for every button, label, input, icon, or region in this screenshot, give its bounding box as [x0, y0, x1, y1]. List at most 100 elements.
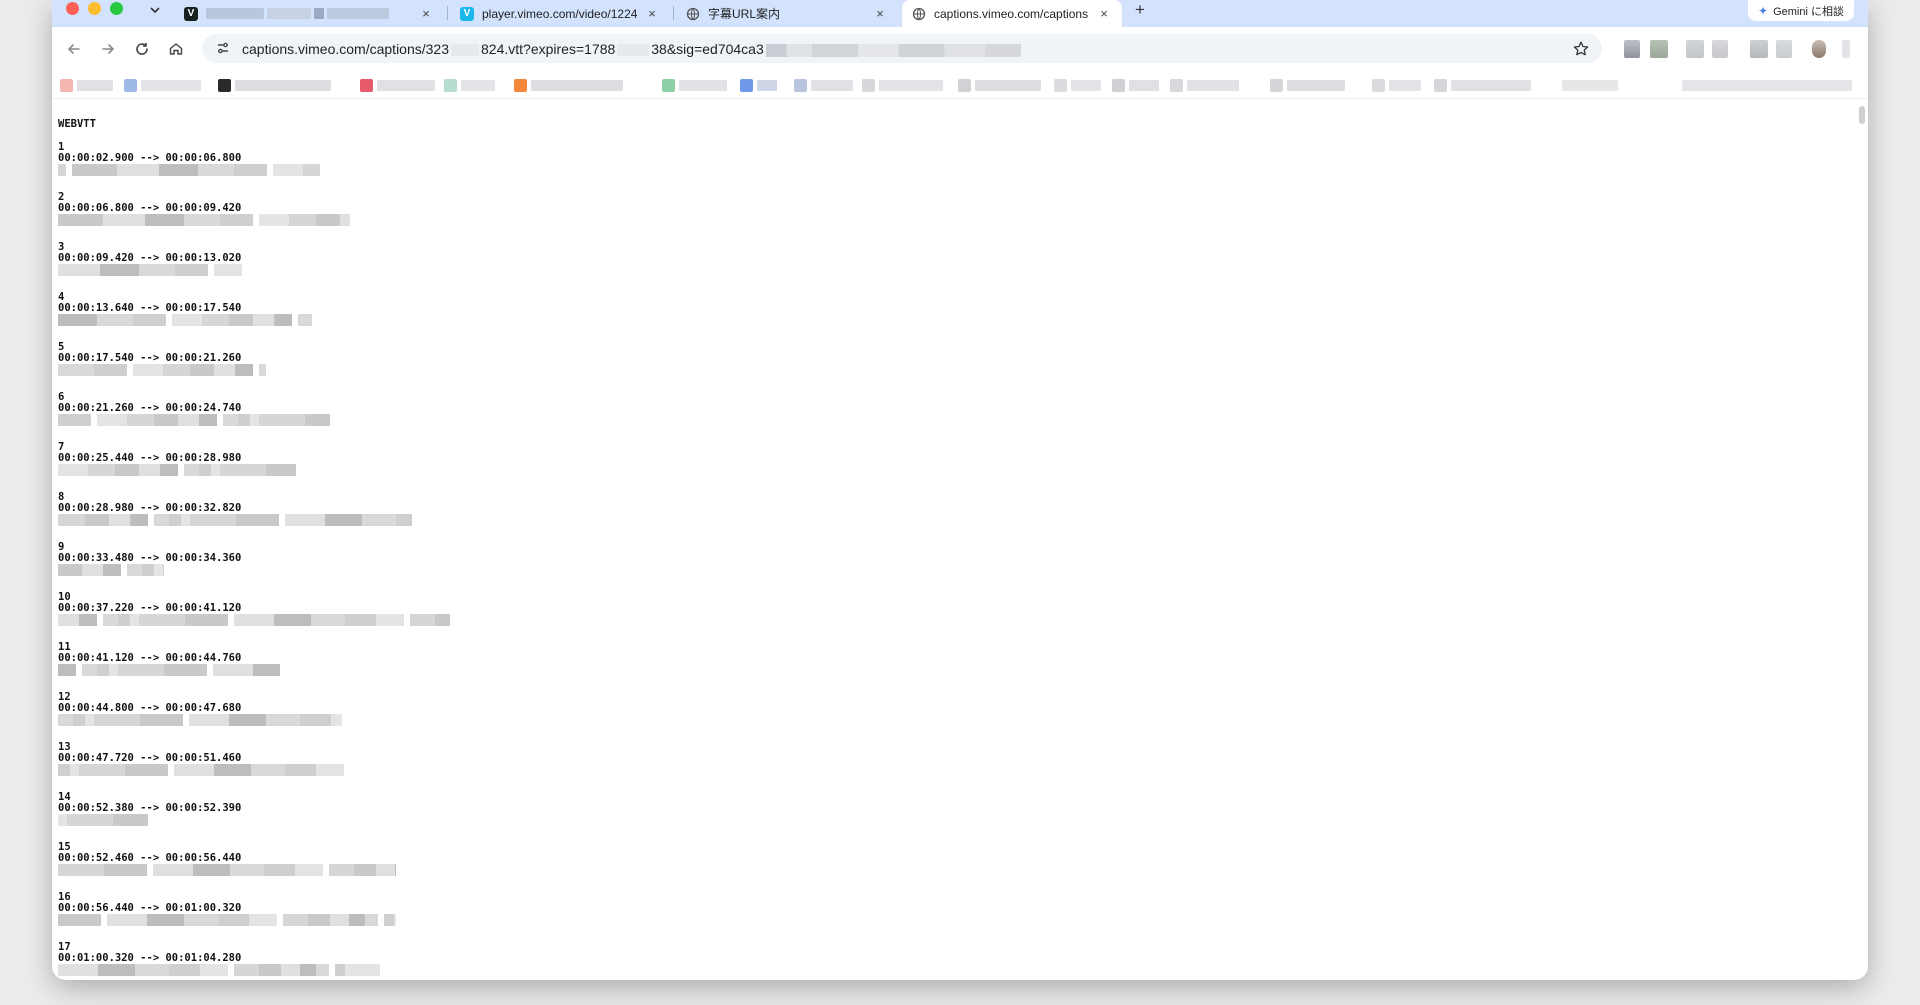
- new-tab-button[interactable]: +: [1128, 0, 1152, 20]
- redacted-caption-text: [58, 914, 396, 927]
- sparkle-icon: ✦: [1758, 3, 1769, 18]
- avatar[interactable]: [1812, 40, 1826, 58]
- bookmark-item[interactable]: [360, 79, 435, 92]
- tune-icon[interactable]: [216, 41, 230, 55]
- cue-timestamp: 00:00:06.800 --> 00:00:09.420: [58, 202, 242, 214]
- star-icon[interactable]: [1572, 40, 1590, 58]
- redacted-caption-text: [58, 364, 266, 377]
- vimeo-logo-icon: V: [184, 6, 198, 21]
- bookmark-item[interactable]: [958, 79, 1041, 92]
- home-button[interactable]: [164, 37, 188, 61]
- extension-icon[interactable]: [1686, 40, 1704, 58]
- vtt-header: WEBVTT: [58, 118, 96, 130]
- bookmark-item[interactable]: [444, 79, 495, 92]
- cue-timestamp: 00:00:33.480 --> 00:00:34.360: [58, 552, 242, 564]
- minimize-window-button[interactable]: [88, 2, 101, 15]
- cue-block: 4 00:00:13.640 --> 00:00:17.540: [58, 292, 312, 342]
- cue-block: 5 00:00:17.540 --> 00:00:21.260: [58, 342, 266, 392]
- cue-block: 14 00:00:52.380 --> 00:00:52.390: [58, 792, 241, 842]
- cue-timestamp: 00:00:25.440 --> 00:00:28.980: [58, 452, 242, 464]
- tab-captions-vimeo[interactable]: captions.vimeo.com/captions ×: [902, 0, 1122, 27]
- bookmark-item[interactable]: [514, 79, 623, 92]
- url-segment: 38&sig=ed704ca3: [651, 41, 764, 57]
- zoom-window-button[interactable]: [110, 2, 123, 15]
- vimeo-logo-icon: V: [460, 6, 474, 21]
- reload-button[interactable]: [130, 37, 154, 61]
- bookmark-item[interactable]: [124, 79, 201, 92]
- bookmark-item[interactable]: [740, 79, 777, 92]
- plus-icon: +: [1135, 0, 1145, 19]
- tab-strip: V × V player.vimeo.com/video/1224 × 字幕UR…: [52, 0, 1868, 27]
- tab-separator: [673, 6, 674, 20]
- cue-timestamp: 00:00:21.260 --> 00:00:24.740: [58, 402, 242, 414]
- cue-block: 17 00:01:00.320 --> 00:01:04.280: [58, 942, 380, 980]
- extension-icon[interactable]: [1624, 40, 1640, 58]
- cue-timestamp: 00:00:37.220 --> 00:00:41.120: [58, 602, 242, 614]
- url-segment: captions.vimeo.com/captions/323: [242, 41, 449, 57]
- tab-close-button[interactable]: ×: [644, 6, 660, 22]
- url-text[interactable]: captions.vimeo.com/captions/323 824.vtt?e…: [242, 41, 1021, 57]
- close-window-button[interactable]: [66, 2, 79, 15]
- tab-caption-url-guide[interactable]: 字幕URL案内 ×: [676, 0, 898, 27]
- gemini-label: Gemini に相談: [1773, 5, 1844, 18]
- bookmark-item[interactable]: [218, 79, 331, 92]
- redacted-caption-text: [58, 214, 350, 227]
- tab-search-button[interactable]: [140, 0, 170, 20]
- arrow-right-icon: [102, 44, 115, 54]
- cue-timestamp: 00:00:52.460 --> 00:00:56.440: [58, 852, 242, 864]
- cue-block: 1 00:00:02.900 --> 00:00:06.800: [58, 142, 320, 192]
- bookmark-item[interactable]: [1112, 79, 1159, 92]
- menu-button[interactable]: [1842, 40, 1850, 58]
- tab-vimeo-dashboard[interactable]: V ×: [174, 0, 444, 27]
- bookmark-item[interactable]: [662, 79, 727, 92]
- tab-close-button[interactable]: ×: [872, 6, 888, 22]
- forward-button[interactable]: [96, 37, 120, 61]
- tab-player-vimeo[interactable]: V player.vimeo.com/video/1224 ×: [450, 0, 670, 27]
- globe-icon: [686, 7, 700, 21]
- redacted-caption-text: [58, 964, 380, 977]
- tab-title: player.vimeo.com/video/1224: [482, 6, 638, 21]
- cue-block: 11 00:00:41.120 --> 00:00:44.760: [58, 642, 280, 692]
- bookmark-item[interactable]: [1054, 79, 1101, 92]
- tab-title: captions.vimeo.com/captions: [934, 6, 1089, 21]
- extension-icon[interactable]: [1712, 40, 1728, 58]
- redacted-caption-text: [58, 264, 242, 277]
- window-controls: [66, 2, 123, 15]
- tab-close-button[interactable]: ×: [418, 6, 434, 22]
- cue-block: 12 00:00:44.800 --> 00:00:47.680: [58, 692, 342, 742]
- extension-icon[interactable]: [1750, 40, 1768, 58]
- gemini-button[interactable]: ✦ Gemini に相談: [1748, 0, 1854, 21]
- bookmark-item[interactable]: [1170, 79, 1239, 92]
- bookmark-item[interactable]: [1372, 79, 1421, 92]
- bookmark-item[interactable]: [1434, 79, 1531, 92]
- scrollbar-thumb[interactable]: [1859, 106, 1865, 124]
- toolbar: captions.vimeo.com/captions/323 824.vtt?e…: [52, 27, 1868, 71]
- vtt-document: WEBVTT 1 00:00:02.900 --> 00:00:06.800 2 00…: [52, 100, 1868, 980]
- tab-close-button[interactable]: ×: [1096, 6, 1112, 22]
- cue-block: 7 00:00:25.440 --> 00:00:28.980: [58, 442, 296, 492]
- redacted-caption-text: [58, 564, 241, 577]
- redacted-caption-text: [58, 314, 312, 327]
- cue-timestamp: 00:00:47.720 --> 00:00:51.460: [58, 752, 242, 764]
- cue-timestamp: 00:00:44.800 --> 00:00:47.680: [58, 702, 242, 714]
- bookmark-item[interactable]: [862, 79, 943, 92]
- extension-icon[interactable]: [1776, 40, 1792, 58]
- bookmark-item[interactable]: [1682, 79, 1852, 92]
- bookmark-item[interactable]: [794, 79, 853, 92]
- vertical-scrollbar[interactable]: [1858, 104, 1866, 974]
- redacted-caption-text: [58, 464, 296, 477]
- bookmark-item[interactable]: [1270, 79, 1345, 92]
- tab-title: 字幕URL案内: [708, 7, 781, 21]
- extension-icon[interactable]: [1650, 40, 1668, 58]
- bookmarks-bar: [52, 71, 1868, 99]
- back-button[interactable]: [62, 37, 86, 61]
- bookmark-item[interactable]: [1562, 79, 1618, 92]
- cue-timestamp: 00:00:56.440 --> 00:01:00.320: [58, 902, 242, 914]
- address-bar[interactable]: captions.vimeo.com/captions/323 824.vtt?e…: [202, 34, 1602, 63]
- bookmark-item[interactable]: [60, 79, 113, 92]
- redacted-caption-text: [58, 764, 344, 777]
- close-icon: ×: [422, 6, 430, 21]
- cue-block: 10 00:00:37.220 --> 00:00:41.120: [58, 592, 450, 642]
- cue-timestamp: 00:00:13.640 --> 00:00:17.540: [58, 302, 242, 314]
- cue-block: 15 00:00:52.460 --> 00:00:56.440: [58, 842, 396, 892]
